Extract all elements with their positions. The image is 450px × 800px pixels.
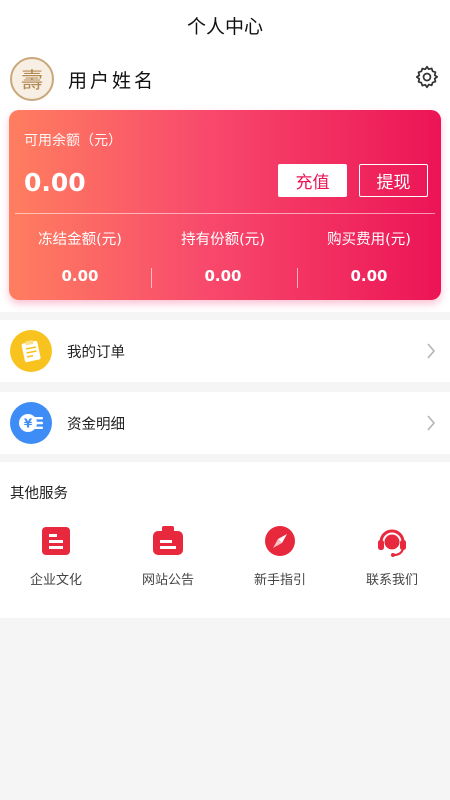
- frozen-amount-stat: 冻结金额(元) 0.00: [9, 228, 151, 285]
- menu-item-label: 资金明细: [67, 416, 125, 433]
- purchase-fee-stat: 购买费用(元) 0.00: [298, 228, 440, 285]
- service-item-guide[interactable]: 新手指引: [224, 524, 336, 588]
- announcement-icon: [153, 526, 183, 555]
- menu-item-my-orders[interactable]: 我的订单: [0, 320, 450, 382]
- top-bar: 个人中心: [0, 0, 450, 50]
- menu-item-fund-details[interactable]: ¥ 资金明细: [0, 392, 450, 454]
- holding-share-value: 0.00: [204, 267, 242, 285]
- service-label: 联系我们: [365, 573, 418, 588]
- frozen-amount-label: 冻结金额(元): [38, 232, 122, 248]
- service-label: 网站公告: [141, 573, 194, 588]
- balance-card-wrapper: 可用余额（元） 0.00 充值 提现 冻结金额(元) 0.00 持有份额(元) …: [0, 108, 450, 312]
- holding-share-stat: 持有份额(元) 0.00: [152, 228, 294, 285]
- service-label: 新手指引: [253, 573, 306, 588]
- other-services-section: 其他服务 企业文化 网站公告 新手指引 联系我们: [0, 462, 450, 618]
- avatar[interactable]: 壽: [10, 57, 54, 101]
- order-icon: [10, 330, 52, 372]
- chevron-right-icon: [427, 415, 436, 431]
- section-title: 其他服务: [10, 486, 68, 502]
- headset-icon: [378, 529, 406, 557]
- menu-item-label: 我的订单: [67, 344, 125, 361]
- page-title: 个人中心: [186, 15, 263, 38]
- purchase-fee-label: 购买费用(元): [327, 232, 411, 248]
- avatar-glyph: 壽: [20, 69, 43, 94]
- profile-header: 壽 用户姓名: [0, 50, 450, 108]
- chevron-right-icon: [427, 343, 436, 359]
- compass-icon: [265, 526, 295, 556]
- balance-card: 可用余额（元） 0.00 充值 提现 冻结金额(元) 0.00 持有份额(元) …: [9, 110, 441, 300]
- withdraw-button[interactable]: 提现: [359, 164, 428, 197]
- culture-icon: [42, 527, 70, 555]
- card-divider: [15, 213, 435, 214]
- username: 用户姓名: [68, 69, 157, 92]
- available-balance-label: 可用余额（元）: [24, 133, 122, 149]
- fund-detail-icon: ¥: [10, 402, 52, 444]
- service-label: 企业文化: [29, 573, 82, 588]
- svg-text:¥: ¥: [24, 417, 33, 431]
- service-item-contact[interactable]: 联系我们: [336, 524, 448, 588]
- available-balance-value: 0.00: [24, 168, 86, 197]
- purchase-fee-value: 0.00: [350, 267, 388, 285]
- recharge-button[interactable]: 充值: [278, 164, 347, 197]
- frozen-amount-value: 0.00: [61, 267, 99, 285]
- gear-icon[interactable]: [414, 64, 440, 90]
- holding-share-label: 持有份额(元): [181, 232, 265, 248]
- service-item-culture[interactable]: 企业文化: [0, 524, 112, 588]
- service-item-announcement[interactable]: 网站公告: [112, 524, 224, 588]
